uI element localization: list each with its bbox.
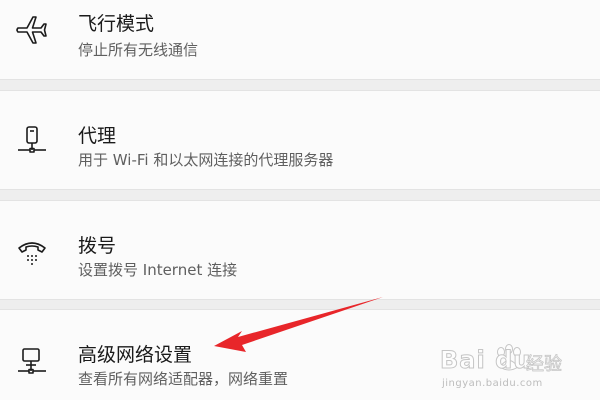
watermark-url: jingyan.baidu.com [442, 378, 543, 389]
proxy-icon [14, 123, 50, 159]
airplane-mode-card[interactable]: 飞行模式 停止所有无线通信 [0, 0, 600, 80]
airplane-icon [14, 11, 50, 47]
advanced-network-settings-description: 查看所有网络适配器，网络重置 [78, 370, 289, 388]
dialup-title: 拨号 [78, 235, 117, 257]
dialup-phone-icon [14, 234, 50, 270]
network-pc-icon [14, 344, 50, 380]
proxy-title: 代理 [78, 125, 117, 147]
watermark-brand: Bai du [439, 346, 532, 375]
proxy-description: 用于 Wi-Fi 和以太网连接的代理服务器 [78, 151, 334, 169]
baidu-jingyan-watermark: Bai du 经验 jingyan.baidu.com [439, 340, 590, 396]
watermark-sub: 经验 [526, 354, 563, 376]
dialup-card[interactable]: 拨号 设置拨号 Internet 连接 [0, 200, 600, 300]
airplane-mode-title: 飞行模式 [78, 13, 155, 35]
settings-page: 飞行模式 停止所有无线通信 代理 用于 Wi-Fi 和以太网连接的代理服务器 拨… [0, 0, 600, 400]
airplane-mode-description: 停止所有无线通信 [78, 41, 199, 59]
advanced-network-settings-title: 高级网络设置 [78, 344, 193, 366]
proxy-card[interactable]: 代理 用于 Wi-Fi 和以太网连接的代理服务器 [0, 90, 600, 190]
dialup-description: 设置拨号 Internet 连接 [78, 261, 238, 279]
